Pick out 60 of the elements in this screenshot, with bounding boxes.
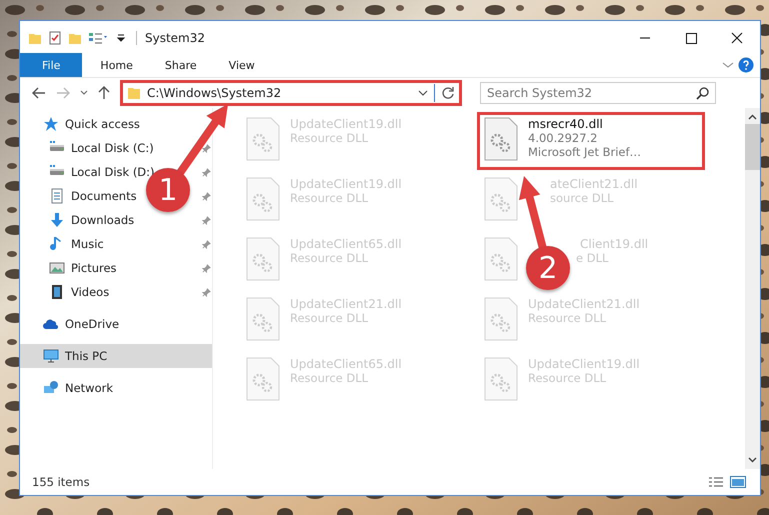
up-arrow-icon[interactable] bbox=[98, 86, 110, 100]
back-arrow-icon[interactable] bbox=[32, 87, 46, 99]
properties-icon[interactable] bbox=[48, 31, 62, 45]
picture-icon bbox=[49, 260, 65, 276]
view-icon[interactable] bbox=[88, 31, 110, 45]
ribbon-tab[interactable]: Share bbox=[150, 53, 211, 77]
scrollbar-thumb[interactable] bbox=[745, 124, 760, 170]
tiles-view-icon[interactable] bbox=[730, 476, 746, 488]
gears-file-icon bbox=[484, 297, 518, 341]
gears-file-icon bbox=[246, 117, 280, 161]
star-icon bbox=[43, 116, 59, 132]
gears-file-icon bbox=[484, 177, 518, 221]
gears-file-icon bbox=[246, 237, 280, 281]
window-title: System32 bbox=[136, 31, 206, 45]
dropdown-icon[interactable] bbox=[418, 89, 428, 97]
pin-icon[interactable] bbox=[202, 288, 211, 296]
pin-icon[interactable] bbox=[202, 168, 211, 176]
file-detail: 4.00.2927.2 bbox=[528, 131, 598, 145]
gears-file-icon bbox=[484, 117, 518, 161]
scroll-down-icon[interactable] bbox=[748, 457, 757, 463]
gears-file-icon bbox=[484, 237, 518, 281]
pin-icon[interactable] bbox=[202, 264, 211, 272]
sidebar-item[interactable]: Videos bbox=[71, 285, 110, 299]
film-icon bbox=[49, 284, 65, 300]
pin-icon[interactable] bbox=[202, 192, 211, 200]
gears-file-icon bbox=[246, 177, 280, 221]
sidebar-item[interactable]: Documents bbox=[71, 189, 137, 203]
sidebar-item[interactable]: Downloads bbox=[71, 213, 134, 227]
scroll-up-icon[interactable] bbox=[748, 114, 757, 120]
sidebar-item[interactable]: Pictures bbox=[71, 261, 117, 275]
ribbon-tab[interactable]: View bbox=[214, 53, 269, 77]
folder-icon bbox=[127, 86, 141, 100]
pin-icon[interactable] bbox=[202, 144, 211, 152]
help-icon[interactable] bbox=[738, 57, 754, 73]
chevron-icon[interactable] bbox=[722, 60, 734, 70]
file-detail: Microsoft Jet Brief… bbox=[528, 145, 642, 159]
sidebar-item[interactable]: This PC bbox=[20, 344, 212, 368]
gears-file-icon bbox=[246, 357, 280, 401]
search-field[interactable]: Search System32 bbox=[480, 82, 716, 104]
sidebar-item[interactable]: OneDrive bbox=[65, 317, 120, 331]
sidebar-item[interactable]: Quick access bbox=[65, 117, 140, 131]
file-name: msrecr40.dll bbox=[528, 117, 604, 131]
ribbon-tab[interactable]: Home bbox=[86, 53, 147, 77]
sidebar-item[interactable]: Network bbox=[65, 381, 114, 395]
gears-file-icon bbox=[484, 357, 518, 401]
document-icon bbox=[49, 188, 65, 204]
gears-file-icon bbox=[246, 297, 280, 341]
details-view-icon[interactable] bbox=[708, 476, 724, 488]
search-icon bbox=[696, 86, 709, 100]
monitor-icon bbox=[43, 348, 59, 364]
refresh-icon[interactable] bbox=[441, 86, 455, 100]
item-count: 155 items bbox=[32, 475, 90, 489]
sidebar-item[interactable]: Music bbox=[71, 237, 104, 251]
ribbon-tab[interactable]: File bbox=[20, 53, 82, 77]
pin-icon[interactable] bbox=[202, 216, 211, 224]
down-arrow-icon bbox=[49, 212, 65, 228]
file-item[interactable]: msrecr40.dll 4.00.2927.2 Microsoft Jet Brief… bbox=[477, 112, 705, 170]
address-field[interactable]: C:\Windows\System32 bbox=[120, 80, 462, 106]
pin-icon[interactable] bbox=[202, 240, 211, 248]
sidebar-item[interactable]: Local Disk (C:) bbox=[71, 141, 154, 155]
